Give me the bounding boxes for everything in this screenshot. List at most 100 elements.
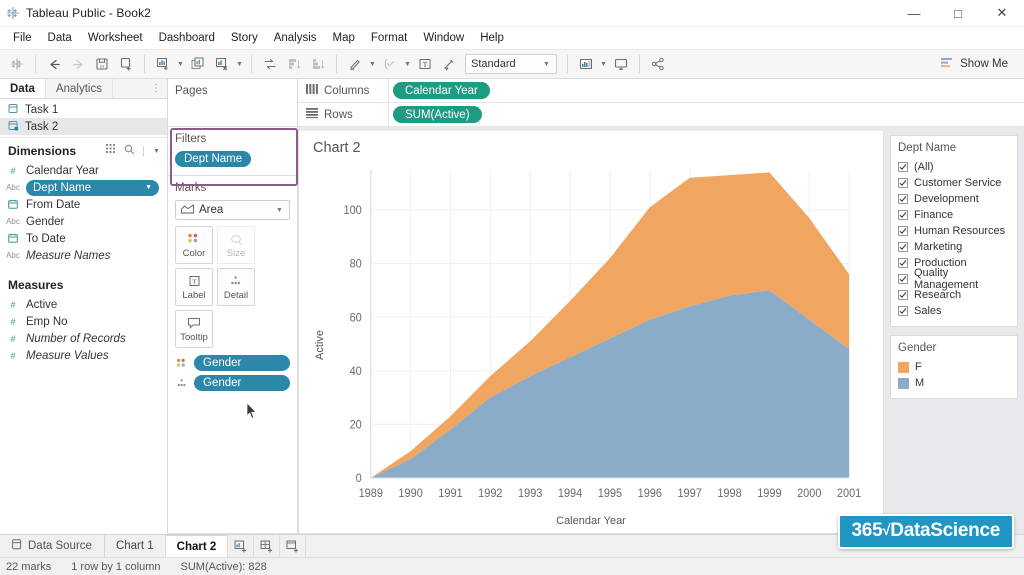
dept-legend-item[interactable]: (All)	[898, 159, 1010, 175]
new-worksheet-tab-button[interactable]	[228, 535, 255, 557]
filter-pill-dept-name[interactable]: Dept Name	[175, 151, 252, 167]
forward-arrow-icon[interactable]	[67, 53, 89, 75]
pages-card[interactable]: Pages	[168, 79, 297, 127]
filters-card[interactable]: Filters Dept Name	[168, 127, 297, 176]
sort-descending-icon[interactable]	[307, 53, 329, 75]
checkbox-checked-icon[interactable]	[898, 242, 908, 252]
marks-label-button[interactable]: T Label	[175, 268, 213, 306]
field-dept-name-pill[interactable]: Dept Name ▼	[26, 179, 159, 196]
fit-selector[interactable]: Standard ▼	[465, 54, 557, 74]
gender-legend-item[interactable]: F	[898, 359, 1010, 375]
tableau-home-icon[interactable]	[6, 53, 28, 75]
maximize-button[interactable]: □	[936, 0, 980, 27]
menu-help[interactable]: Help	[472, 30, 512, 46]
sort-ascending-icon[interactable]	[283, 53, 305, 75]
mark-pill-detail-gender[interactable]: Gender	[175, 375, 290, 391]
field-from-date[interactable]: From Date	[0, 196, 167, 213]
data-pane-collapse-icon[interactable]: ⋮	[112, 79, 167, 98]
columns-pill-calendar-year[interactable]: Calendar Year	[393, 82, 490, 99]
dept-legend-item[interactable]: Finance	[898, 207, 1010, 223]
checkbox-checked-icon[interactable]	[898, 290, 908, 300]
checkbox-checked-icon[interactable]	[898, 178, 908, 188]
marks-color-button[interactable]: Color	[175, 226, 213, 264]
checkbox-checked-icon[interactable]	[898, 306, 908, 316]
menu-data[interactable]: Data	[40, 30, 80, 46]
dimensions-dropdown-caret-icon[interactable]: ▼	[152, 148, 161, 155]
dept-legend-item[interactable]: Customer Service	[898, 175, 1010, 191]
field-gender[interactable]: Abc Gender	[0, 213, 167, 230]
swap-rows-cols-icon[interactable]	[259, 53, 281, 75]
mark-pill-color-gender[interactable]: Gender	[175, 355, 290, 371]
columns-shelf[interactable]: Columns Calendar Year	[298, 79, 1024, 103]
grid-view-icon[interactable]	[106, 144, 117, 158]
field-calendar-year[interactable]: # Calendar Year	[0, 162, 167, 179]
show-hide-cards-icon[interactable]	[575, 53, 597, 75]
tab-analytics[interactable]: Analytics	[45, 79, 113, 98]
show-me-button[interactable]: Show Me	[934, 55, 1014, 74]
dept-legend-item[interactable]: Human Resources	[898, 223, 1010, 239]
menu-worksheet[interactable]: Worksheet	[80, 30, 151, 46]
field-measure-values[interactable]: # Measure Values	[0, 347, 167, 364]
search-icon[interactable]	[124, 144, 135, 158]
new-data-source-icon[interactable]	[115, 53, 137, 75]
presentation-mode-icon[interactable]	[610, 53, 632, 75]
clear-sheet-dropdown-caret-icon[interactable]: ▼	[235, 61, 244, 68]
data-source-task-2[interactable]: Task 2	[0, 118, 167, 135]
tab-data[interactable]: Data	[0, 79, 46, 98]
field-dept-name[interactable]: Abc Dept Name ▼	[0, 179, 167, 196]
chevron-down-icon[interactable]: ▼	[145, 184, 152, 191]
close-button[interactable]: ✕	[980, 0, 1024, 27]
marks-size-button[interactable]: Size	[217, 226, 255, 264]
mark-type-selector[interactable]: Area ▼	[175, 200, 290, 220]
highlight-icon[interactable]	[344, 53, 366, 75]
checkbox-checked-icon[interactable]	[898, 194, 908, 204]
rows-shelf-drop[interactable]: SUM(Active)	[388, 103, 1024, 126]
rows-pill-sum-active[interactable]: SUM(Active)	[393, 106, 482, 123]
menu-format[interactable]: Format	[363, 30, 415, 46]
duplicate-sheet-icon[interactable]	[187, 53, 209, 75]
new-worksheet-icon[interactable]	[152, 53, 174, 75]
clear-sheet-icon[interactable]	[211, 53, 233, 75]
data-source-tab[interactable]: Data Source	[0, 535, 105, 557]
save-icon[interactable]: III	[91, 53, 113, 75]
highlight-dropdown-caret-icon[interactable]: ▼	[368, 61, 377, 68]
marks-detail-button[interactable]: Detail	[217, 268, 255, 306]
dept-legend-item[interactable]: Marketing	[898, 239, 1010, 255]
new-dashboard-tab-button[interactable]	[254, 535, 281, 557]
share-icon[interactable]	[647, 53, 669, 75]
field-number-of-records[interactable]: # Number of Records	[0, 330, 167, 347]
menu-dashboard[interactable]: Dashboard	[151, 30, 223, 46]
menu-analysis[interactable]: Analysis	[266, 30, 325, 46]
marks-tooltip-button[interactable]: Tooltip	[175, 310, 213, 348]
field-to-date[interactable]: To Date	[0, 230, 167, 247]
rows-shelf[interactable]: Rows SUM(Active)	[298, 103, 1024, 127]
checkbox-checked-icon[interactable]	[898, 210, 908, 220]
field-active[interactable]: # Active	[0, 296, 167, 313]
checkbox-checked-icon[interactable]	[898, 226, 908, 236]
group-dropdown-caret-icon[interactable]: ▼	[403, 61, 412, 68]
fix-axes-icon[interactable]	[438, 53, 460, 75]
gender-legend-item[interactable]: M	[898, 375, 1010, 391]
new-worksheet-dropdown-caret-icon[interactable]: ▼	[176, 61, 185, 68]
checkbox-checked-icon[interactable]	[898, 162, 908, 172]
dept-legend-item[interactable]: Quality Management	[898, 267, 1010, 291]
group-members-icon[interactable]	[379, 53, 401, 75]
checkbox-checked-icon[interactable]	[898, 258, 908, 268]
cards-dropdown-caret-icon[interactable]: ▼	[599, 61, 608, 68]
data-source-task-1[interactable]: Task 1	[0, 101, 167, 118]
chart-canvas[interactable]: Chart 2 Active 0 20 40 60 80 100 1989 1990 1991 1…	[298, 131, 884, 534]
dept-legend-item[interactable]: Development	[898, 191, 1010, 207]
text-labels-icon[interactable]: T	[414, 53, 436, 75]
field-emp-no[interactable]: # Emp No	[0, 313, 167, 330]
minimize-button[interactable]: —	[892, 0, 936, 27]
field-measure-names[interactable]: Abc Measure Names	[0, 247, 167, 264]
back-arrow-icon[interactable]	[43, 53, 65, 75]
menu-map[interactable]: Map	[325, 30, 363, 46]
menu-window[interactable]: Window	[415, 30, 472, 46]
new-story-tab-button[interactable]	[280, 535, 307, 557]
menu-file[interactable]: File	[5, 30, 40, 46]
checkbox-checked-icon[interactable]	[898, 274, 908, 284]
menu-story[interactable]: Story	[223, 30, 266, 46]
sheet-tab-chart-1[interactable]: Chart 1	[105, 535, 166, 557]
columns-shelf-drop[interactable]: Calendar Year	[388, 79, 1024, 102]
